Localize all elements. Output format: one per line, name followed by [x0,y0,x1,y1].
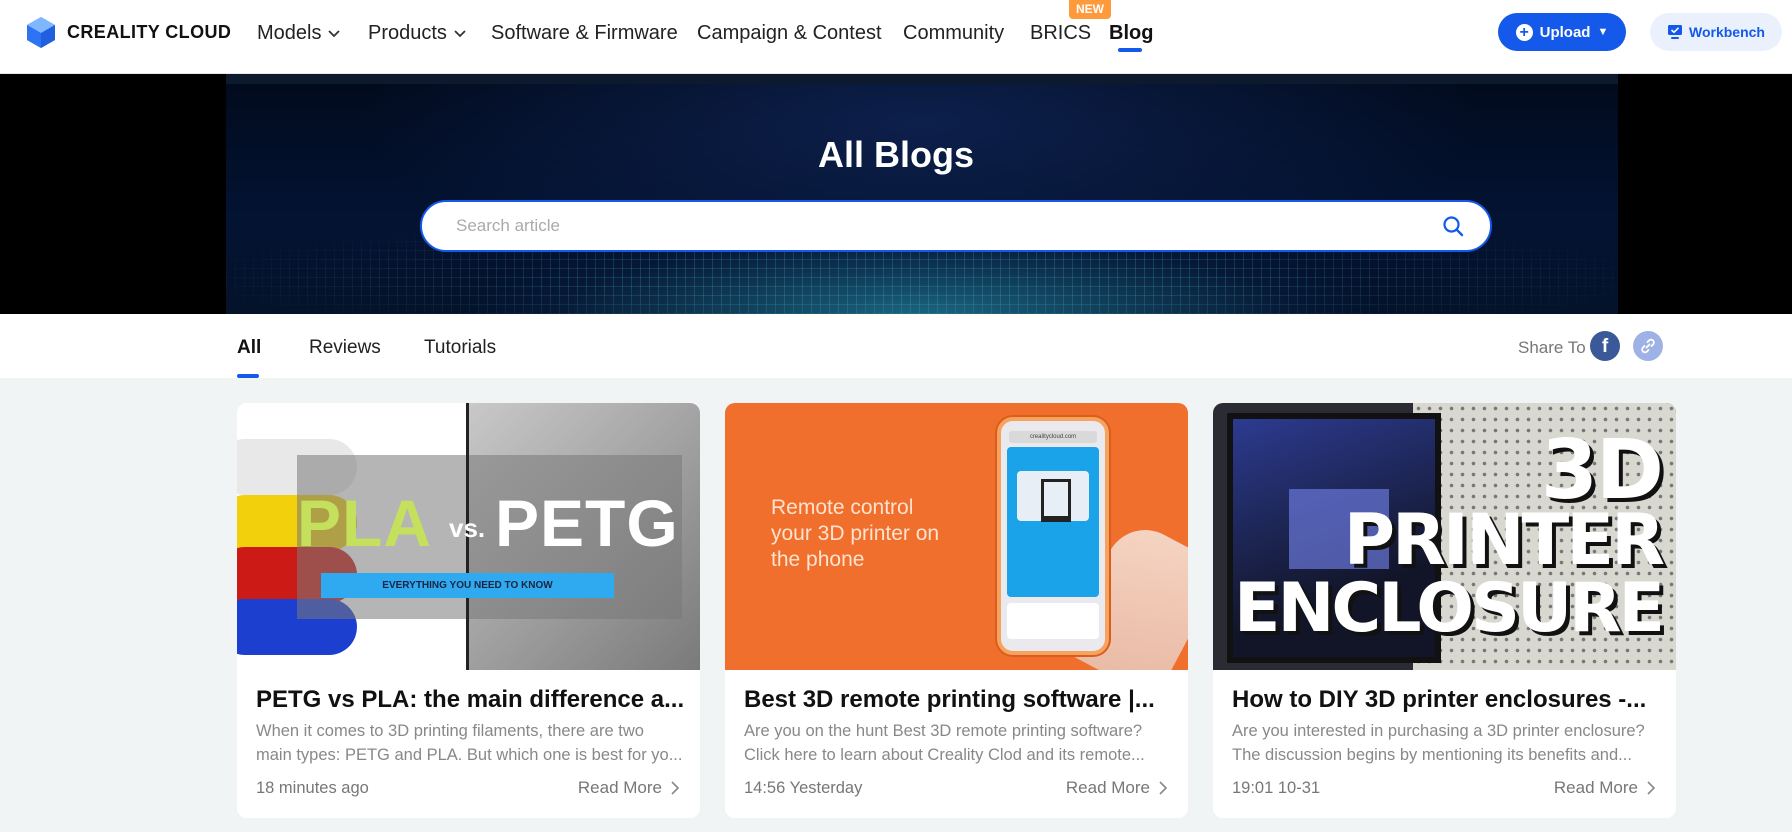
nav-products[interactable]: Products [368,22,467,45]
hero-top-strip [226,74,1618,84]
search-input[interactable] [456,202,1406,250]
tagline-line: your 3D printer on [771,522,940,545]
read-more-link[interactable]: Read More [1066,778,1168,798]
chevron-right-icon [671,781,680,795]
top-navigation: CREALITY CLOUD Models Products Software … [0,0,1792,74]
tagline-line: Remote control [771,496,914,519]
search-box [420,200,1492,252]
blog-card-remote-printing[interactable]: Remote control your 3D printer on the ph… [725,403,1188,818]
image-text-pla: PLA [297,486,432,560]
tab-tutorials[interactable]: Tutorials [424,337,496,359]
nav-community-label: Community [903,22,1005,44]
blog-tabs-bar: All Reviews Tutorials Share To f [0,314,1792,378]
nav-blog-label: Blog [1109,22,1154,44]
chevron-right-icon [1159,781,1168,795]
nav-active-indicator [1118,48,1142,52]
upload-button[interactable]: + Upload ▼ [1498,13,1626,51]
blog-card-description: Are you on the hunt Best 3D remote print… [744,719,1174,767]
nav-brics[interactable]: BRICS [1030,22,1091,45]
chevron-down-icon [454,29,466,37]
chevron-right-icon [1647,781,1656,795]
creality-cloud-logo[interactable]: CREALITY CLOUD [24,15,231,49]
nav-products-label: Products [368,22,447,44]
blog-card-image[interactable]: PLA vs. PETG EVERYTHING YOU NEED TO KNOW [237,403,700,670]
image-text-banner: EVERYTHING YOU NEED TO KNOW [321,573,614,598]
description-line: main types: PETG and PLA. But which one … [256,746,683,764]
facebook-share-icon[interactable]: f [1590,331,1620,361]
read-more-link[interactable]: Read More [578,778,680,798]
caret-down-icon: ▼ [1597,26,1609,38]
blog-card-title[interactable]: Best 3D remote printing software |... [744,686,1174,714]
blog-card-description: Are you interested in purchasing a 3D pr… [1232,719,1662,767]
image-text-vs: vs. [449,513,486,543]
blog-card-title[interactable]: How to DIY 3D printer enclosures -... [1232,686,1662,714]
description-line: Click here to learn about Creality Clod … [744,746,1145,764]
blog-card-printer-enclosure[interactable]: 3D PRINTER ENCLOSURE How to DIY 3D print… [1213,403,1676,818]
share-label: Share To [1518,338,1586,357]
nav-community[interactable]: Community [903,22,1004,45]
nav-campaign-contest-label: Campaign & Contest [697,22,882,44]
image-text-enclosure: ENCLOSURE [1234,569,1665,648]
read-more-label: Read More [1065,778,1150,797]
nav-software-firmware[interactable]: Software & Firmware [491,22,678,45]
cube-logo-icon [27,17,55,48]
blog-card-description: When it comes to 3D printing filaments, … [256,719,686,767]
phone-toolbar [1007,603,1099,639]
nav-campaign-contest[interactable]: Campaign & Contest [697,22,882,45]
workbench-button[interactable]: Workbench [1650,13,1782,51]
tab-reviews[interactable]: Reviews [309,337,381,359]
phone-url-bar: crealitycloud.com [1009,431,1097,443]
blog-card-image[interactable]: Remote control your 3D printer on the ph… [725,403,1188,670]
read-more-label: Read More [1553,778,1638,797]
description-line: When it comes to 3D printing filaments, … [256,722,644,740]
tab-active-indicator [237,374,259,378]
description-line: Are you interested in purchasing a 3D pr… [1232,722,1645,740]
read-more-link[interactable]: Read More [1554,778,1656,798]
new-badge: NEW [1069,0,1111,19]
nav-software-firmware-label: Software & Firmware [491,22,678,44]
chevron-down-icon [328,29,341,37]
blog-card-title[interactable]: PETG vs PLA: the main difference a... [256,686,686,714]
blog-card-timestamp: 14:56 Yesterday [744,779,863,797]
nav-blog[interactable]: Blog [1109,22,1153,45]
hero-banner: All Blogs [0,74,1792,314]
blog-card-petg-vs-pla[interactable]: PLA vs. PETG EVERYTHING YOU NEED TO KNOW… [237,403,700,818]
image-tagline: Remote control your 3D printer on the ph… [771,495,981,573]
blog-card-timestamp: 19:01 10-31 [1232,779,1321,797]
description-line: Are you on the hunt Best 3D remote print… [744,722,1143,740]
search-icon[interactable] [1442,215,1464,237]
nav-models-label: Models [257,22,322,44]
tab-all[interactable]: All [237,337,261,359]
phone-screen [1007,447,1099,597]
nav-brics-label: BRICS [1030,22,1092,44]
page-title: All Blogs [817,134,974,175]
plus-icon: + [1515,23,1533,41]
nav-models[interactable]: Models [257,22,341,45]
blog-card-image[interactable]: 3D PRINTER ENCLOSURE [1213,403,1676,670]
image-text-petg: PETG [495,486,679,560]
link-icon [1641,338,1655,354]
blog-card-timestamp: 18 minutes ago [256,779,369,797]
workbench-button-label: Workbench [1689,24,1765,40]
copy-link-icon[interactable] [1633,331,1663,361]
monitor-check-icon [1668,25,1682,39]
printer-preview [1017,471,1089,522]
read-more-label: Read More [577,778,662,797]
logo-text: CREALITY CLOUD [67,21,232,42]
upload-button-label: Upload [1539,23,1591,41]
tagline-line: the phone [771,548,865,571]
phone-illustration: crealitycloud.com [997,417,1109,655]
description-line: The discussion begins by mentioning its … [1232,746,1632,764]
